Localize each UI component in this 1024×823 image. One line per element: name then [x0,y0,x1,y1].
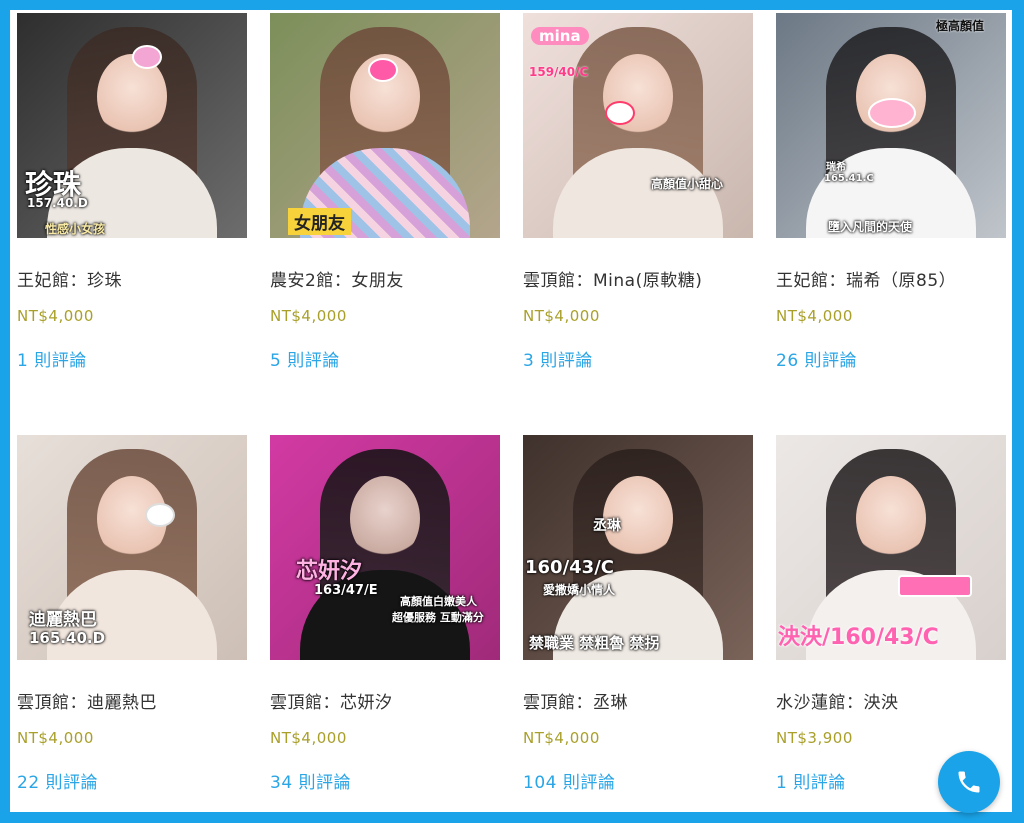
product-image[interactable]: 丞琳 160/43/C 愛撒嬌小情人 禁職業 禁粗魯 禁拐 [523,435,753,660]
product-price: NT$3,900 [776,729,853,747]
product-card[interactable]: 女朋友 農安2館：女朋友 NT$4,000 5 則評論 [270,13,500,371]
product-image[interactable]: 珍珠 157.40.D 性感小女孩 [17,13,247,238]
product-card[interactable]: 迪麗熱巴 165.40.D 雲頂館：迪麗熱巴 NT$4,000 22 則評論 [17,435,247,793]
review-count-link[interactable]: 3 則評論 [523,346,593,371]
image-caption: 極高顏值 [936,19,985,33]
product-card[interactable]: 極高顏值 瑞希 165.41.C 墮入凡間的天使 王妃館：瑞希（原85） NT$… [776,13,1006,371]
review-count-link[interactable]: 1 則評論 [17,346,87,371]
product-price: NT$4,000 [270,729,347,747]
product-price: NT$4,000 [523,729,600,747]
product-image[interactable]: 極高顏值 瑞希 165.41.C 墮入凡間的天使 [776,13,1006,238]
phone-icon [958,771,980,793]
image-caption: 高顏值白嫩美人 [400,595,477,608]
review-count-link[interactable]: 34 則評論 [270,768,351,793]
image-caption: 瑞希 [826,162,846,173]
image-caption: 性感小女孩 [45,222,106,236]
product-card[interactable]: 芯妍汐 163/47/E 高顏值白嫩美人 超優服務 互動滿分 雲頂館：芯妍汐 N… [270,435,500,793]
review-count-link[interactable]: 5 則評論 [270,346,340,371]
product-image[interactable]: mina 159/40/C 高顏值小甜心 [523,13,753,238]
sticker-icon [368,58,398,82]
product-name[interactable]: 雲頂館：芯妍汐 [270,688,393,713]
sticker-icon [868,98,916,128]
image-caption: 芯妍汐 [296,559,363,584]
product-grid: 珍珠 157.40.D 性感小女孩 王妃館：珍珠 NT$4,000 1 則評論 … [10,10,1012,812]
product-image[interactable]: 女朋友 [270,13,500,238]
product-name[interactable]: 雲頂館：Mina(原軟糖) [523,266,702,291]
product-price: NT$4,000 [776,307,853,325]
image-caption: mina [531,27,589,45]
product-name[interactable]: 王妃館：珍珠 [17,266,122,291]
image-caption: 157.40.D [27,196,88,210]
product-name[interactable]: 農安2館：女朋友 [270,266,404,291]
image-caption: 高顏值小甜心 [651,177,724,191]
review-count-link[interactable]: 22 則評論 [17,768,98,793]
product-price: NT$4,000 [17,307,94,325]
image-caption: 禁職業 禁粗魯 禁拐 [529,634,660,652]
image-caption: 女朋友 [288,208,351,235]
review-count-link[interactable]: 1 則評論 [776,768,846,793]
image-caption: 159/40/C [529,65,589,79]
product-image[interactable]: 芯妍汐 163/47/E 高顏值白嫩美人 超優服務 互動滿分 [270,435,500,660]
image-caption: 165.40.D [29,629,106,647]
product-price: NT$4,000 [270,307,347,325]
image-caption: 160/43/C [525,557,614,578]
product-name[interactable]: 王妃館：瑞希（原85） [776,266,956,291]
call-button[interactable] [938,751,1000,813]
image-caption: 163/47/E [314,583,378,598]
product-price: NT$4,000 [523,307,600,325]
image-caption: 165.41.C [824,173,874,184]
product-card[interactable]: 泱泱/160/43/C 水沙蓮館：泱泱 NT$3,900 1 則評論 [776,435,1006,793]
product-card[interactable]: 珍珠 157.40.D 性感小女孩 王妃館：珍珠 NT$4,000 1 則評論 [17,13,247,371]
image-caption: 泱泱/160/43/C [778,625,939,650]
image-caption: 丞琳 [593,518,621,534]
sticker-icon [132,45,162,69]
product-name[interactable]: 雲頂館：迪麗熱巴 [17,688,157,713]
cloud-icon [145,503,175,527]
product-image[interactable]: 泱泱/160/43/C [776,435,1006,660]
product-name[interactable]: 雲頂館：丞琳 [523,688,628,713]
review-count-link[interactable]: 26 則評論 [776,346,857,371]
image-caption: 迪麗熱巴 [29,610,97,630]
heart-icon [898,575,972,597]
review-count-link[interactable]: 104 則評論 [523,768,615,793]
product-name[interactable]: 水沙蓮館：泱泱 [776,688,899,713]
product-card[interactable]: mina 159/40/C 高顏值小甜心 雲頂館：Mina(原軟糖) NT$4,… [523,13,753,371]
product-image[interactable]: 迪麗熱巴 165.40.D [17,435,247,660]
image-caption: 墮入凡間的天使 [828,220,913,234]
image-caption: 愛撒嬌小情人 [543,583,616,597]
image-caption: 超優服務 互動滿分 [392,611,484,624]
heart-icon [605,101,635,125]
product-card[interactable]: 丞琳 160/43/C 愛撒嬌小情人 禁職業 禁粗魯 禁拐 雲頂館：丞琳 NT$… [523,435,753,793]
product-price: NT$4,000 [17,729,94,747]
